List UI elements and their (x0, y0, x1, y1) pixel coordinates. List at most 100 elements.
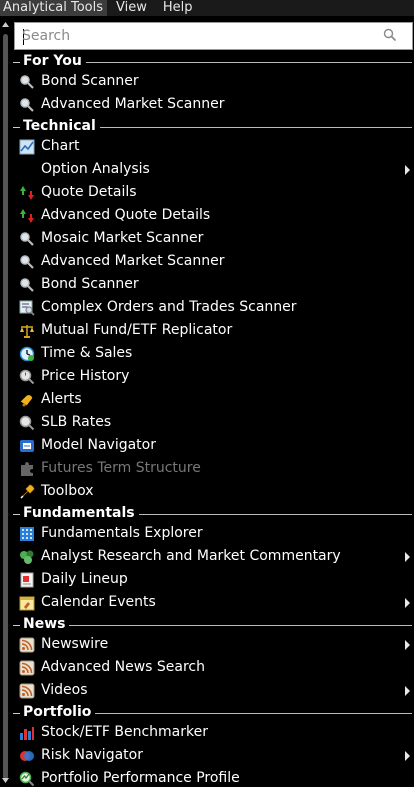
magnifier-icon (20, 278, 34, 292)
list-item-label: Stock/ETF Benchmarker (41, 724, 208, 740)
list-item-price-history[interactable]: Price History (12, 366, 414, 389)
complex-scanner-icon (19, 300, 35, 316)
search-input[interactable] (22, 26, 372, 46)
list-item-daily-lineup[interactable]: Daily Lineup (12, 569, 414, 592)
collapse-dash[interactable] (13, 62, 20, 63)
section-title: News (23, 616, 70, 632)
magnifier-icon (19, 415, 35, 431)
list-item-mutual-fund-replicator[interactable]: Mutual Fund/ETF Replicator (12, 320, 414, 343)
research-icon (20, 550, 34, 564)
list-item-label: Advanced Market Scanner (41, 253, 225, 269)
submenu-arrow-icon[interactable] (405, 552, 410, 562)
lineup-icon (20, 572, 34, 588)
list-item-label: Bond Scanner (41, 276, 139, 292)
list-item-label: SLB Rates (41, 414, 112, 430)
section-fundamentals[interactable]: Fundamentals (12, 504, 414, 524)
list-item-mosaic-market-scanner[interactable]: Mosaic Market Scanner (12, 228, 414, 251)
bell-icon (20, 395, 33, 407)
magnifier-icon (20, 75, 34, 89)
list-item-label: Option Analysis (41, 161, 150, 177)
search-icon[interactable] (383, 28, 397, 42)
list-item-label: Calendar Events (41, 594, 156, 610)
rss-icon (19, 660, 35, 676)
menu-analytical-tools[interactable]: Analytical Tools (0, 0, 107, 16)
section-for-you[interactable]: For You (12, 52, 414, 72)
list-item-label: Complex Orders and Trades Scanner (41, 299, 297, 315)
list-item-label: Price History (41, 368, 130, 384)
list-item-quote-details[interactable]: Quote Details (12, 182, 414, 205)
list-item-label: Advanced News Search (41, 659, 205, 675)
list-item-newswire[interactable]: Newswire (12, 634, 414, 657)
list-item-label: Fundamentals Explorer (41, 525, 203, 541)
list-item-label: Videos (41, 682, 88, 698)
list-item-chart[interactable]: Chart (12, 136, 414, 159)
submenu-arrow-icon[interactable] (405, 640, 410, 650)
list-item-videos[interactable]: Videos (12, 680, 414, 703)
list-item-label: Model Navigator (41, 437, 156, 453)
list-item-label: Advanced Market Scanner (41, 96, 225, 112)
list-item-slb-rates[interactable]: SLB Rates (12, 412, 414, 435)
vertical-scrollbar[interactable] (0, 16, 11, 787)
list-item-label: Quote Details (41, 184, 137, 200)
magnifier-icon (20, 255, 34, 269)
scrollbar-thumb[interactable] (3, 34, 8, 779)
list-item-bond-scanner[interactable]: Bond Scanner (12, 274, 414, 297)
bar-chart-icon (20, 727, 34, 740)
up-down-arrows-icon (20, 186, 34, 200)
scroll-up-arrow-icon[interactable] (1, 20, 10, 29)
list-item-advanced-news-search[interactable]: Advanced News Search (12, 657, 414, 680)
submenu-arrow-icon[interactable] (405, 751, 410, 761)
list-item-alerts[interactable]: Alerts (12, 389, 414, 412)
scroll-down-arrow-icon[interactable] (1, 776, 10, 785)
collapse-dash[interactable] (13, 625, 20, 626)
menu-bar: Analytical Tools View Help (0, 0, 414, 16)
list-item-label: Futures Term Structure (41, 460, 201, 476)
list-item-label: Bond Scanner (41, 73, 139, 89)
menu-view[interactable]: View (113, 0, 151, 16)
menu-help[interactable]: Help (160, 0, 197, 16)
wrench-icon (20, 484, 35, 499)
list-item-option-analysis[interactable]: Option Analysis (12, 159, 414, 182)
list-item-label: Chart (41, 138, 80, 154)
list-item-futures-term-structure[interactable]: Futures Term Structure (12, 458, 414, 481)
list-item-label: Risk Navigator (41, 747, 143, 763)
model-icon (20, 440, 34, 452)
rss-icon (19, 683, 35, 699)
list-item-fundamentals-explorer[interactable]: Fundamentals Explorer (12, 523, 414, 546)
collapse-dash[interactable] (13, 713, 20, 714)
list-item-bond-scanner[interactable]: Bond Scanner (12, 71, 414, 94)
submenu-arrow-icon[interactable] (405, 165, 410, 175)
puzzle-icon (21, 462, 33, 476)
section-title: Technical (23, 118, 100, 134)
scales-icon (20, 325, 34, 338)
list-item-label: Daily Lineup (41, 571, 128, 587)
search-box[interactable] (14, 22, 413, 50)
list-item-advanced-quote-details[interactable]: Advanced Quote Details (12, 205, 414, 228)
chart-icon (19, 139, 35, 155)
list-item-label: Portfolio Performance Profile (41, 770, 240, 786)
list-item-analyst-research[interactable]: Analyst Research and Market Commentary (12, 546, 414, 569)
collapse-dash[interactable] (13, 514, 20, 515)
building-icon (20, 527, 34, 541)
submenu-arrow-icon[interactable] (405, 686, 410, 696)
rss-icon (19, 637, 35, 653)
list-item-stock-etf-benchmarker[interactable]: Stock/ETF Benchmarker (12, 722, 414, 745)
section-title: Fundamentals (23, 505, 139, 521)
section-portfolio[interactable]: Portfolio (12, 703, 414, 723)
list-item-calendar-events[interactable]: Calendar Events (12, 592, 414, 615)
list-item-risk-navigator[interactable]: Risk Navigator (12, 745, 414, 768)
list-item-label: Time & Sales (41, 345, 133, 361)
list-item-label: Newswire (41, 636, 109, 652)
list-item-portfolio-performance-profile[interactable]: Portfolio Performance Profile (12, 768, 414, 787)
submenu-arrow-icon[interactable] (405, 598, 410, 608)
list-item-advanced-market-scanner[interactable]: Advanced Market Scanner (12, 94, 414, 117)
list-item-advanced-market-scanner[interactable]: Advanced Market Scanner (12, 251, 414, 274)
list-item-time-sales[interactable]: Time & Sales (12, 343, 414, 366)
section-technical[interactable]: Technical (12, 117, 414, 137)
section-news[interactable]: News (12, 615, 414, 635)
list-item-model-navigator[interactable]: Model Navigator (12, 435, 414, 458)
collapse-dash[interactable] (13, 127, 20, 128)
list-item-toolbox[interactable]: Toolbox (12, 481, 414, 504)
list-item-complex-orders-scanner[interactable]: Complex Orders and Trades Scanner (12, 297, 414, 320)
list-item-label: Toolbox (41, 483, 94, 499)
